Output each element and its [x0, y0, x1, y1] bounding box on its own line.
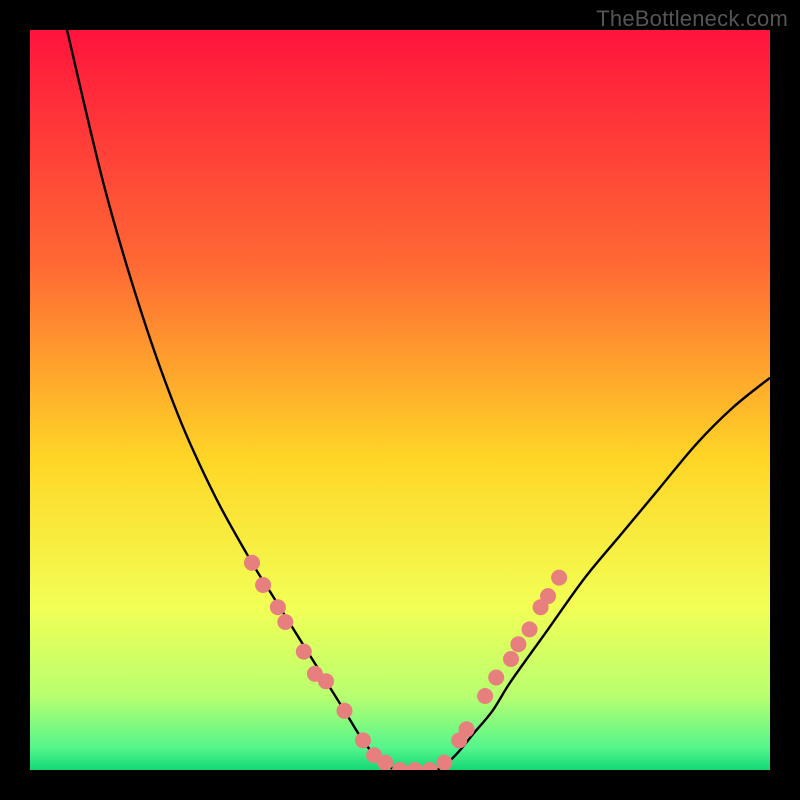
data-marker: [255, 577, 271, 593]
data-marker: [407, 762, 423, 770]
data-marker: [477, 688, 493, 704]
data-marker: [296, 644, 312, 660]
chart-svg: [30, 30, 770, 770]
data-marker: [522, 621, 538, 637]
data-marker: [422, 762, 438, 770]
chart-frame: TheBottleneck.com: [0, 0, 800, 800]
marker-group: [244, 555, 567, 770]
data-marker: [488, 670, 504, 686]
data-marker: [392, 762, 408, 770]
data-marker: [436, 755, 452, 770]
data-marker: [337, 703, 353, 719]
watermark-text: TheBottleneck.com: [596, 6, 788, 32]
data-marker: [355, 732, 371, 748]
curve-path: [67, 30, 770, 770]
data-marker: [459, 721, 475, 737]
data-marker: [510, 636, 526, 652]
data-marker: [318, 673, 334, 689]
data-marker: [551, 570, 567, 586]
plot-area: [30, 30, 770, 770]
data-marker: [377, 755, 393, 770]
data-marker: [503, 651, 519, 667]
data-marker: [270, 599, 286, 615]
data-marker: [540, 588, 556, 604]
data-marker: [277, 614, 293, 630]
data-marker: [244, 555, 260, 571]
